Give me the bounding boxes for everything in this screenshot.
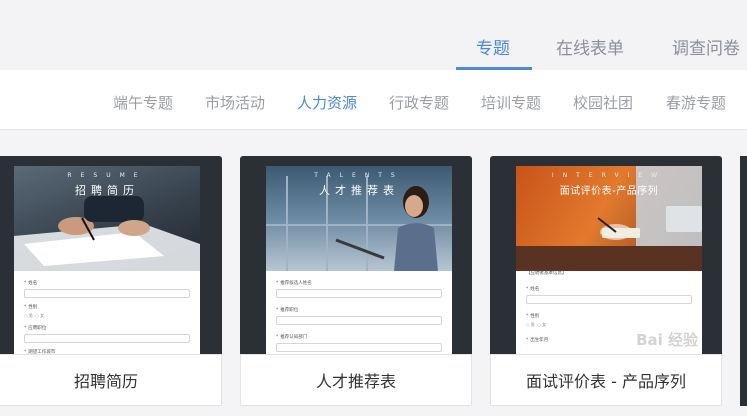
form-field-input bbox=[24, 334, 190, 343]
category-hr[interactable]: 人力资源 bbox=[297, 92, 357, 113]
banner-subtitle: RESUME bbox=[67, 172, 147, 179]
form-field-label: * 姓名 bbox=[24, 281, 38, 286]
form-field-label: * 推荐职位 bbox=[276, 308, 299, 313]
banner-title: 人才推荐表 bbox=[319, 184, 399, 197]
form-field-label: * 姓名 bbox=[526, 287, 540, 292]
form-field-label: * 推荐认知部门 bbox=[276, 335, 308, 340]
template-card-referral[interactable]: TALENTS 人才推荐表 * 推荐候选人姓名 * 推荐职位 * 推荐认知部门 人才推… bbox=[240, 156, 472, 406]
form-section-title: 【应聘者基本信息】 bbox=[526, 271, 567, 276]
form-preview: * 推荐候选人姓名 * 推荐职位 * 推荐认知部门 bbox=[276, 274, 442, 352]
form-radio-options: ○ 男 ○ 女 bbox=[526, 322, 547, 327]
template-preview: RESUME 招聘简历 * 姓名 * 性别 ○ 男 ○ 女 * 应聘职位 * 期望工作城… bbox=[14, 166, 200, 356]
category-spring-outing[interactable]: 春游专题 bbox=[666, 92, 726, 113]
template-preview: INTERVIEW 面试评价表-产品序列 【应聘者基本信息】 * 姓名 * 性别 ○… bbox=[516, 166, 702, 356]
banner-subtitle: INTERVIEW bbox=[551, 172, 667, 179]
category-training[interactable]: 培训专题 bbox=[481, 92, 541, 113]
template-card-title[interactable]: 人才推荐表 bbox=[240, 354, 472, 406]
category-campus[interactable]: 校园社团 bbox=[573, 92, 633, 113]
form-field-input bbox=[276, 316, 442, 325]
template-card-interview[interactable]: INTERVIEW 面试评价表-产品序列 【应聘者基本信息】 * 姓名 * 性别 ○… bbox=[490, 156, 722, 406]
template-card-title[interactable]: 面试评价表 - 产品序列 bbox=[490, 354, 722, 406]
tab-surveys[interactable]: 调查问卷 bbox=[672, 34, 740, 59]
top-nav: 专题 在线表单 调查问卷 bbox=[0, 0, 747, 70]
form-field-label: * 应聘职位 bbox=[24, 326, 47, 331]
form-field-input bbox=[24, 289, 190, 298]
form-field-label: * 性别 bbox=[24, 305, 38, 310]
form-preview: * 姓名 * 性别 ○ 男 ○ 女 * 应聘职位 * 期望工作城市 bbox=[24, 274, 190, 355]
form-field-input bbox=[526, 295, 692, 304]
category-marketing[interactable]: 市场活动 bbox=[205, 92, 265, 113]
watermark: Bai 经验 bbox=[636, 331, 698, 349]
form-field-input bbox=[276, 343, 442, 352]
category-dragon-boat[interactable]: 端午专题 bbox=[113, 92, 173, 113]
tab-topics[interactable]: 专题 bbox=[476, 34, 510, 59]
form-field-label: * 推荐候选人姓名 bbox=[276, 281, 312, 286]
category-bar: 端午专题 市场活动 人力资源 行政专题 培训专题 校园社团 春游专题 bbox=[0, 70, 747, 130]
template-card-resume[interactable]: RESUME 招聘简历 * 姓名 * 性别 ○ 男 ○ 女 * 应聘职位 * 期望工作城… bbox=[0, 156, 222, 406]
template-preview: TALENTS 人才推荐表 * 推荐候选人姓名 * 推荐职位 * 推荐认知部门 bbox=[266, 166, 452, 356]
banner-title: 面试评价表-产品序列 bbox=[559, 186, 659, 197]
category-admin[interactable]: 行政专题 bbox=[389, 92, 449, 113]
template-card-partial[interactable] bbox=[740, 156, 747, 406]
form-field-label: * 性别 bbox=[526, 314, 540, 319]
template-card-title[interactable]: 招聘简历 bbox=[0, 354, 222, 406]
banner-image: RESUME 招聘简历 bbox=[14, 166, 200, 271]
tab-online-forms[interactable]: 在线表单 bbox=[556, 34, 624, 59]
banner-title: 招聘简历 bbox=[75, 184, 139, 197]
banner-image: INTERVIEW 面试评价表-产品序列 bbox=[516, 166, 702, 271]
banner-image: TALENTS 人才推荐表 bbox=[266, 166, 452, 271]
template-grid: RESUME 招聘简历 * 姓名 * 性别 ○ 男 ○ 女 * 应聘职位 * 期望工作城… bbox=[0, 130, 747, 416]
form-field-input bbox=[276, 289, 442, 298]
banner-subtitle: TALENTS bbox=[314, 172, 404, 179]
form-radio-options: ○ 男 ○ 女 bbox=[24, 313, 45, 318]
